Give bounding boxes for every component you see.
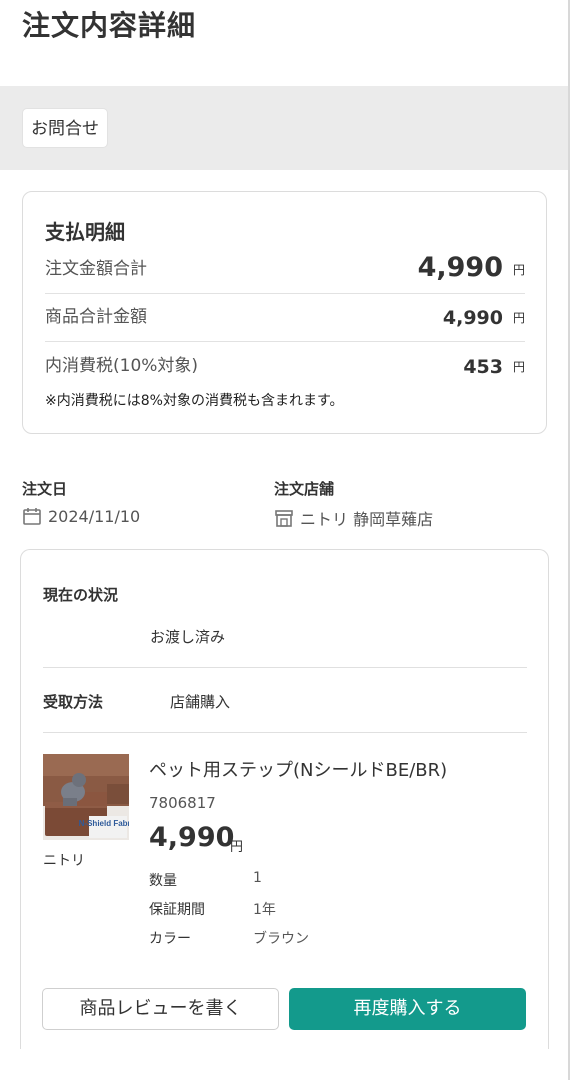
order-date-value: 2024/11/10 xyxy=(48,506,141,526)
page-title: 注文内容詳細 xyxy=(22,9,197,42)
tax-unit: 円 xyxy=(512,360,525,374)
tax-label: 内消費税(10%対象) xyxy=(45,356,199,376)
product-code: 7806817 xyxy=(149,794,216,812)
spec-color-value: ブラウン xyxy=(253,931,309,947)
status-label: 現在の状況 xyxy=(43,586,119,604)
tax-row: 内消費税(10%対象) 453 円 xyxy=(45,342,525,390)
item-total-amount: 4,990 xyxy=(442,307,503,329)
contact-band: お問合せ xyxy=(0,86,568,170)
item-total-label: 商品合計金額 xyxy=(45,307,147,327)
payment-title: 支払明細 xyxy=(45,220,125,244)
divider xyxy=(43,667,527,668)
order-date: 2024/11/10 xyxy=(22,506,140,526)
calendar-icon xyxy=(23,508,41,525)
receive-method-value: 店舗購入 xyxy=(170,693,231,711)
rebuy-button[interactable]: 再度購入する xyxy=(289,988,526,1030)
item-total-row: 商品合計金額 4,990 円 xyxy=(45,294,525,342)
product-name[interactable]: ペット用ステップ(NシールドBE/BR) xyxy=(149,756,447,782)
product-price: 4,990 xyxy=(149,822,235,853)
tax-amount: 453 xyxy=(463,356,503,378)
order-total-row: 注文金額合計 4,990 円 xyxy=(45,246,525,294)
payment-summary-card: 支払明細 注文金額合計 4,990 円 商品合計金額 4,990 円 内消費税(… xyxy=(22,191,547,434)
product-photo-icon: N-Shield Fabric xyxy=(43,754,129,840)
product-price-unit: 円 xyxy=(230,840,244,855)
spec-quantity-label: 数量 xyxy=(149,873,177,889)
order-store-value: ニトリ 静岡草薙店 xyxy=(300,510,434,529)
spec-warranty-value: 1年 xyxy=(253,902,276,918)
receive-method-label: 受取方法 xyxy=(43,693,104,711)
order-total-amount: 4,990 xyxy=(417,252,503,283)
order-store-label: 注文店舗 xyxy=(274,480,335,498)
product-image[interactable]: N-Shield Fabric xyxy=(43,754,129,840)
spec-warranty-label: 保証期間 xyxy=(149,902,205,918)
order-detail-card: 現在の状況 お渡し済み 受取方法 店舗購入 N-Shield Fabric ニト… xyxy=(20,549,549,1049)
status-value: お渡し済み xyxy=(150,628,226,646)
product-brand: ニトリ xyxy=(43,853,85,869)
order-date-label: 注文日 xyxy=(22,480,68,498)
image-caption: N-Shield Fabric xyxy=(79,819,129,828)
spec-quantity-value: 1 xyxy=(253,870,262,886)
write-review-button[interactable]: 商品レビューを書く xyxy=(42,988,279,1030)
item-total-unit: 円 xyxy=(512,311,525,325)
order-total-unit: 円 xyxy=(512,263,525,277)
spec-color-label: カラー xyxy=(149,931,191,947)
divider xyxy=(43,732,527,733)
tax-note: ※内消費税には8%対象の消費税も含まれます。 xyxy=(45,393,344,409)
contact-button[interactable]: お問合せ xyxy=(22,108,108,148)
order-store: ニトリ 静岡草薙店 xyxy=(274,506,433,530)
store-icon xyxy=(275,510,293,527)
order-total-label: 注文金額合計 xyxy=(45,259,147,279)
